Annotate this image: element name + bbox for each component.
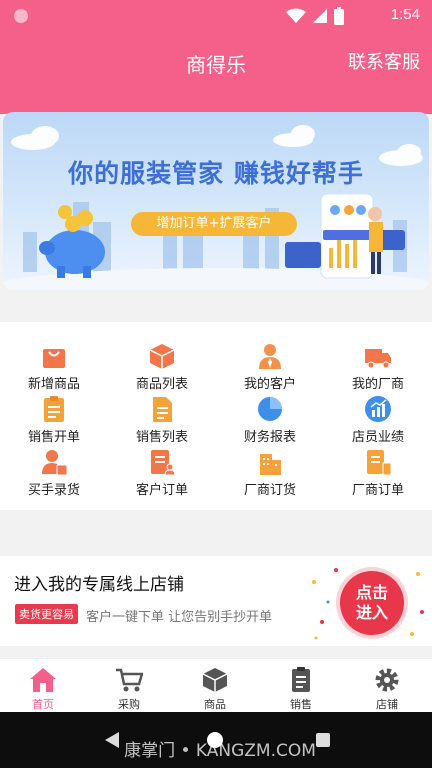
- menu-item-my-customers[interactable]: 我的客户: [216, 342, 324, 394]
- box-icon: [149, 344, 175, 369]
- banner-headline: 你的服装管家 赚钱好帮手: [68, 159, 364, 188]
- store-title: 进入我的专属线上店铺: [14, 575, 184, 595]
- notification-dot-icon: [14, 9, 28, 23]
- home-icon: [30, 668, 56, 692]
- gear-icon: [375, 668, 399, 692]
- watermark: 康掌门 • KANGZM.COM: [124, 741, 316, 761]
- phone-dashboard-illustration: [285, 193, 405, 279]
- menu-item-product-list[interactable]: 商品列表: [108, 342, 216, 394]
- trend-chart-icon: [365, 396, 391, 422]
- status-bar: 1:54: [0, 0, 432, 32]
- promo-banner[interactable]: 你的服装管家 赚钱好帮手 增加订单+扩展客户: [3, 112, 429, 290]
- banner-pill: 增加订单+扩展客户: [131, 212, 297, 236]
- person-icon: [259, 344, 281, 369]
- menu-item-customer-orders[interactable]: 客户订单: [108, 448, 216, 500]
- tab-purchase[interactable]: 采购: [86, 667, 172, 711]
- online-store-card[interactable]: 进入我的专属线上店铺 卖货更容易 客户一键下单 让您告别手抄开单 点击 进入: [0, 556, 432, 646]
- menu-item-buyer-entry[interactable]: 买手录货: [0, 448, 108, 500]
- tab-store[interactable]: 店铺: [344, 667, 430, 711]
- menu-item-sales-list[interactable]: 销售列表: [108, 395, 216, 447]
- app-header: 商得乐 联系客服: [0, 32, 432, 114]
- contact-support-button[interactable]: 联系客服: [348, 48, 420, 74]
- wifi-icon: [286, 8, 306, 23]
- piggy-bank-icon: [39, 205, 105, 278]
- customer-order-icon: [151, 450, 176, 476]
- store-tag-badge: 卖货更容易: [15, 604, 78, 624]
- menu-item-financial-report[interactable]: 财务报表: [216, 395, 324, 447]
- shopping-bag-icon: [43, 349, 65, 368]
- system-nav-bar: 康掌门 • KANGZM.COM: [0, 712, 432, 768]
- truck-icon: [365, 349, 391, 369]
- enter-store-button[interactable]: 点击 进入: [340, 571, 404, 635]
- document-list-icon: [153, 397, 172, 422]
- function-grid: 新增商品 商品列表 我的客户 我的厂商 销售开单 销售列表 财务报表 店员业绩 …: [0, 322, 432, 510]
- clock: 1:54: [390, 6, 420, 23]
- clipboard-icon: [292, 667, 310, 692]
- menu-item-vendor-purchase[interactable]: 厂商订货: [216, 448, 324, 500]
- menu-item-sales-billing[interactable]: 销售开单: [0, 395, 108, 447]
- battery-icon: [334, 7, 344, 25]
- store-subtitle: 客户一键下单 让您告别手抄开单: [86, 610, 273, 625]
- building-icon: [260, 454, 281, 475]
- bottom-tab-bar: 首页 采购 商品 销售 店铺: [0, 658, 432, 712]
- menu-item-add-product[interactable]: 新增商品: [0, 342, 108, 394]
- buyer-icon: [42, 450, 68, 476]
- status-icons: [286, 7, 344, 25]
- clipboard-icon: [44, 396, 64, 422]
- signal-icon: [313, 9, 327, 23]
- pie-chart-icon: [258, 397, 282, 421]
- tab-products[interactable]: 商品: [172, 667, 258, 711]
- menu-item-my-vendors[interactable]: 我的厂商: [324, 342, 432, 394]
- box-icon: [202, 668, 228, 692]
- tab-home[interactable]: 首页: [0, 667, 86, 711]
- tab-sales[interactable]: 销售: [258, 667, 344, 711]
- cart-icon: [116, 668, 143, 692]
- menu-item-vendor-orders[interactable]: 厂商订单: [324, 448, 432, 500]
- menu-item-staff-performance[interactable]: 店员业绩: [324, 395, 432, 447]
- vendor-order-icon: [367, 450, 392, 476]
- banner-illustration: [3, 125, 429, 290]
